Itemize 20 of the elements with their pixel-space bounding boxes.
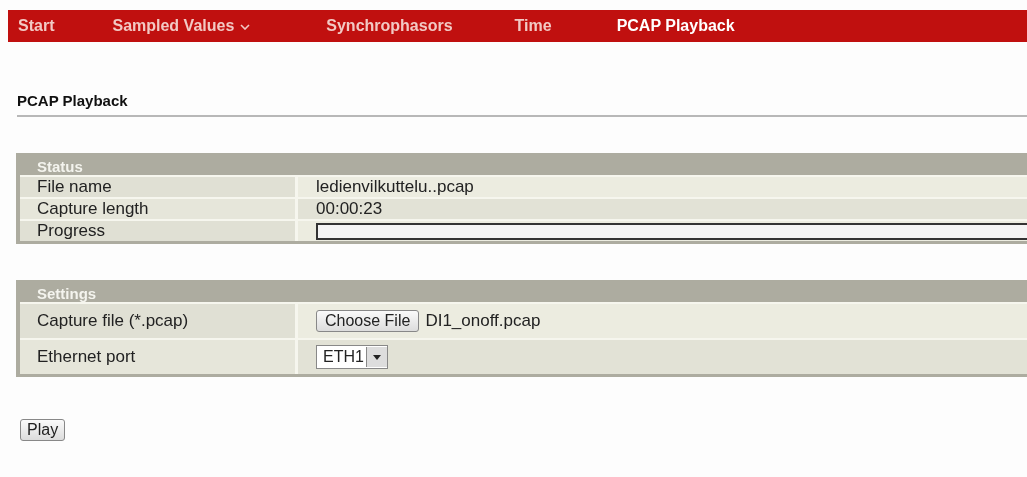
row-value: 00:00:23 bbox=[316, 199, 383, 219]
nav-tab[interactable]: Synchrophasors bbox=[316, 17, 463, 35]
row-label: Ethernet port bbox=[20, 340, 298, 374]
nav-tab[interactable]: PCAP Playback bbox=[606, 17, 745, 35]
caret-down-icon bbox=[372, 354, 381, 360]
row-value: ledienvilkuttelu..pcap bbox=[316, 177, 474, 197]
row-label: Capture length bbox=[20, 199, 298, 219]
row-label: File name bbox=[20, 177, 298, 197]
row-label: Progress bbox=[20, 221, 298, 241]
nav-tab[interactable]: Time bbox=[504, 17, 562, 35]
nav-tab[interactable]: Start bbox=[8, 17, 65, 35]
port-dropdown[interactable]: ETH1 bbox=[316, 345, 388, 369]
file-name: DI1_onoff.pcap bbox=[425, 311, 541, 331]
play-button[interactable]: Play bbox=[20, 419, 66, 441]
page-title: PCAP Playback bbox=[17, 92, 129, 109]
choose-file-button[interactable]: Choose File bbox=[316, 310, 420, 332]
panel-title: Status bbox=[37, 158, 83, 175]
panel-title: Settings bbox=[37, 285, 97, 302]
row-label: Capture file (*.pcap) bbox=[20, 304, 298, 338]
nav-tab[interactable]: Sampled Values bbox=[102, 17, 261, 35]
